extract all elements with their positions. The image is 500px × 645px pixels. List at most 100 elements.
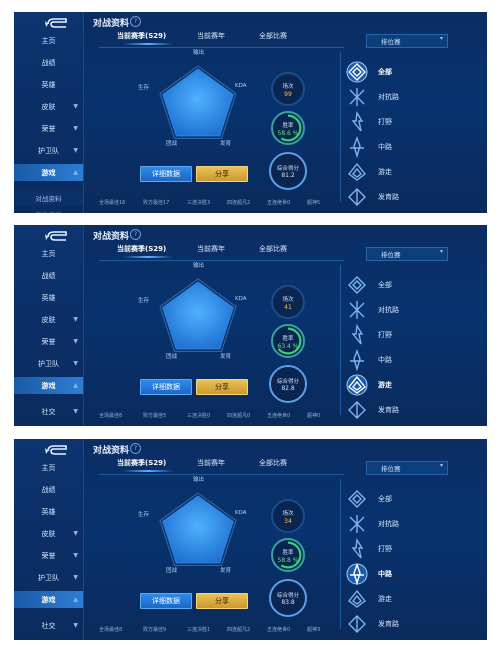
tab-all[interactable]: 全部比赛: [259, 458, 287, 468]
role-label: 全部: [378, 281, 392, 289]
games-count-badge: 场次 34: [271, 499, 305, 533]
chevron-down-icon: ▾: [439, 248, 443, 255]
role-filter-jungle[interactable]: 打野: [346, 110, 483, 134]
share-button[interactable]: 分享: [196, 379, 248, 395]
winrate-value: 58.6 %: [277, 130, 299, 137]
chevron-down-icon: ▾: [439, 35, 443, 42]
sidebar-item-label: 主页: [41, 36, 56, 45]
help-icon[interactable]: ?: [130, 229, 141, 240]
sidebar-item-skin[interactable]: 皮肤 ▼: [14, 98, 83, 115]
sidebar-item-hero[interactable]: 英雄: [14, 289, 83, 306]
sidebar-item-guard[interactable]: 护卫队 ▼: [14, 355, 83, 372]
sidebar-item-glory[interactable]: 荣誉 ▼: [14, 333, 83, 350]
role-filter-mid[interactable]: 中路: [346, 562, 483, 586]
share-button[interactable]: 分享: [196, 593, 248, 609]
sidebar-item-record[interactable]: 战绩: [14, 54, 83, 71]
role-filter-mid[interactable]: 中路: [346, 348, 483, 372]
role-farm-icon: [348, 188, 366, 206]
mode-dropdown[interactable]: 排位赛 ▾: [366, 461, 448, 475]
chevron-down-icon: ▲: [73, 382, 78, 389]
sidebar-item-label: 游戏: [41, 595, 56, 604]
sidebar-item-social[interactable]: 社交 ▼: [14, 617, 83, 634]
role-filter-roam[interactable]: 游走: [346, 587, 483, 611]
role-filter-clash[interactable]: 对抗路: [346, 85, 483, 109]
score-label: 综合得分: [276, 379, 299, 385]
radar-label-top: 输出: [193, 50, 205, 56]
radar-fill: [162, 495, 234, 564]
sidebar-item-guard[interactable]: 护卫队 ▼: [14, 569, 83, 586]
role-filter-all[interactable]: 全部: [346, 273, 483, 297]
detail-data-button[interactable]: 详细数据: [140, 379, 192, 395]
role-filter-roam[interactable]: 游走: [346, 373, 483, 397]
sidebar-subitem-wanxiang[interactable]: 万象天工: [14, 207, 83, 213]
achievement-stat: 败方最佳9: [143, 627, 167, 633]
sidebar-item-record[interactable]: 战绩: [14, 481, 83, 498]
role-filter-jungle[interactable]: 打野: [346, 537, 483, 561]
sidebar-item-skin[interactable]: 皮肤 ▼: [14, 311, 83, 328]
achievement-stat: 超神5: [307, 200, 321, 206]
achievement-stat: 四连超凡0: [227, 413, 251, 419]
role-filter-clash[interactable]: 对抗路: [346, 298, 483, 322]
sidebar-item-main[interactable]: 主页: [14, 459, 83, 476]
sidebar-item-guard[interactable]: 护卫队 ▼: [14, 142, 83, 159]
sidebar-item-main[interactable]: 主页: [14, 32, 83, 49]
sidebar-item-label: 英雄: [41, 80, 56, 89]
sidebar-item-main[interactable]: 主页: [14, 245, 83, 262]
overall-score-badge: 综合得分 81.2: [269, 152, 307, 190]
role-filter-roam[interactable]: 游走: [346, 160, 483, 184]
score-value: 83.8: [281, 599, 295, 606]
role-farm-icon: [348, 401, 366, 419]
tab-active-indicator: [123, 256, 173, 258]
role-filter-all[interactable]: 全部: [346, 60, 483, 84]
mode-dropdown[interactable]: 排位赛 ▾: [366, 34, 448, 48]
role-roam-icon: [348, 162, 366, 181]
sidebar-item-glory[interactable]: 荣誉 ▼: [14, 547, 83, 564]
tab-year[interactable]: 当前赛年: [197, 244, 225, 254]
role-filter-jungle[interactable]: 打野: [346, 323, 483, 347]
overall-score-badge: 综合得分 82.8: [269, 365, 307, 403]
sidebar-item-glory[interactable]: 荣誉 ▼: [14, 120, 83, 137]
role-label: 对抗路: [378, 520, 399, 528]
sidebar-item-hero[interactable]: 英雄: [14, 503, 83, 520]
back-icon[interactable]: [44, 16, 70, 30]
radar-label-bottom_right: 发育: [220, 141, 232, 147]
tab-all[interactable]: 全部比赛: [259, 244, 287, 254]
sidebar-item-skin[interactable]: 皮肤 ▼: [14, 525, 83, 542]
tab-season[interactable]: 当前赛季(S29): [117, 244, 166, 254]
help-icon[interactable]: ?: [130, 443, 141, 454]
achievement-stat: 全场最佳16: [99, 200, 126, 206]
chevron-down-icon: ▲: [73, 169, 78, 176]
back-icon[interactable]: [44, 229, 70, 243]
detail-data-button[interactable]: 详细数据: [140, 593, 192, 609]
detail-data-button[interactable]: 详细数据: [140, 166, 192, 182]
chevron-down-icon: ▼: [73, 574, 78, 581]
mode-dropdown[interactable]: 排位赛 ▾: [366, 247, 448, 261]
sidebar-item-record[interactable]: 战绩: [14, 267, 83, 284]
role-filter-farm[interactable]: 发育路: [346, 185, 483, 209]
role-filter-all[interactable]: 全部: [346, 487, 483, 511]
share-button[interactable]: 分享: [196, 166, 248, 182]
radar-chart: 输出 KDA 发育 团战 生存: [138, 477, 254, 579]
tab-year[interactable]: 当前赛年: [197, 31, 225, 41]
sidebar-item-hero[interactable]: 英雄: [14, 76, 83, 93]
role-filter-farm[interactable]: 发育路: [346, 398, 483, 422]
tab-year[interactable]: 当前赛年: [197, 458, 225, 468]
role-filter-mid[interactable]: 中路: [346, 135, 483, 159]
tab-all[interactable]: 全部比赛: [259, 31, 287, 41]
sidebar-subitem-combat-data[interactable]: 对战资料: [14, 191, 83, 205]
role-filter-farm[interactable]: 发育路: [346, 612, 483, 636]
sidebar-item-game[interactable]: 游戏 ▲: [14, 164, 83, 181]
radar-label-left: 生存: [138, 298, 150, 304]
achievement-stat: 全场最佳8: [99, 413, 123, 419]
page-title: 对战资料: [93, 19, 130, 29]
tab-season[interactable]: 当前赛季(S29): [117, 31, 166, 41]
sidebar-item-game[interactable]: 游戏 ▲: [14, 377, 83, 394]
sidebar-item-social[interactable]: 社交 ▼: [14, 403, 83, 420]
tab-season[interactable]: 当前赛季(S29): [117, 458, 166, 468]
help-icon[interactable]: ?: [130, 16, 141, 27]
role-filter-clash[interactable]: 对抗路: [346, 512, 483, 536]
chevron-down-icon: ▼: [73, 125, 78, 132]
sidebar-item-game[interactable]: 游戏 ▲: [14, 591, 83, 608]
chevron-down-icon: ▲: [73, 596, 78, 603]
back-icon[interactable]: [44, 443, 70, 457]
